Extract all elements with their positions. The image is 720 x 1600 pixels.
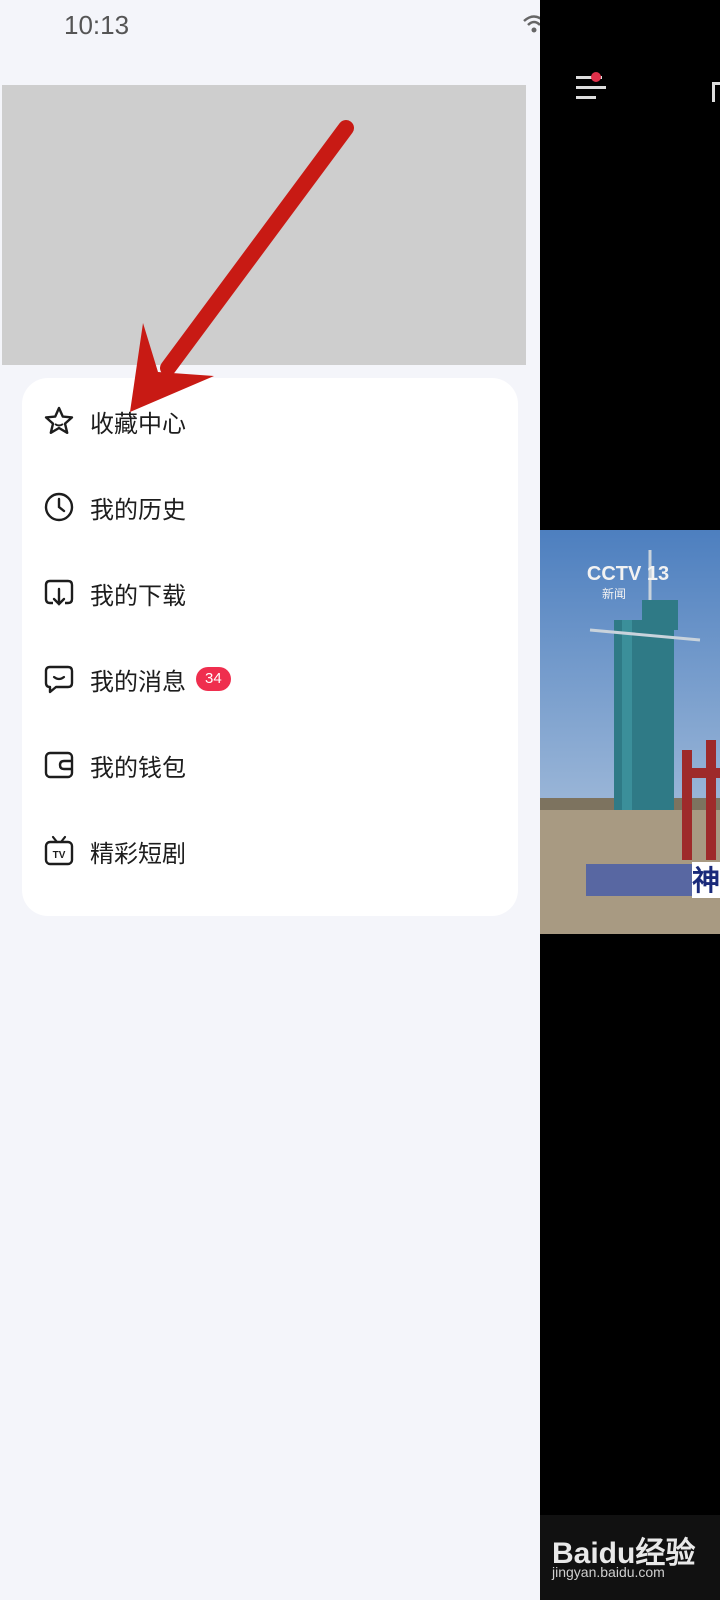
menu-card: 收藏中心 我的历史 我的下载 我的消息 34 我的钱包 TV 精彩短剧: [22, 378, 518, 916]
menu-label: 我的历史: [90, 495, 186, 524]
clock-icon: [42, 490, 76, 524]
watermark-url: jingyan.baidu.com: [552, 1564, 665, 1580]
menu-item-wallet[interactable]: 我的钱包: [22, 722, 518, 808]
wifi-icon: [523, 15, 540, 33]
menu-label: 精彩短剧: [90, 839, 186, 868]
star-icon: [42, 404, 76, 438]
menu-item-favorites[interactable]: 收藏中心: [22, 378, 518, 464]
profile-banner[interactable]: [2, 85, 526, 365]
message-icon: [42, 662, 76, 696]
menu-hamburger-icon[interactable]: [574, 70, 614, 110]
header-edge-glyph: [712, 82, 720, 102]
menu-label: 我的下载: [90, 581, 186, 610]
menu-item-messages[interactable]: 我的消息 34: [22, 636, 518, 722]
menu-label: 我的钱包: [90, 753, 186, 782]
status-time: 10:13: [64, 10, 130, 40]
menu-label: 我的消息: [90, 667, 186, 696]
menu-label: 收藏中心: [90, 409, 186, 438]
tv-icon: TV: [42, 834, 76, 868]
download-icon: [42, 576, 76, 610]
unread-count-badge: 34: [196, 667, 231, 691]
menu-item-history[interactable]: 我的历史: [22, 464, 518, 550]
channel-logo: CCTV 13: [587, 563, 669, 585]
menu-item-downloads[interactable]: 我的下载: [22, 550, 518, 636]
wallet-icon: [42, 748, 76, 782]
channel-sub: 新闻: [602, 586, 626, 601]
menu-item-short-dramas[interactable]: TV 精彩短剧: [22, 808, 518, 894]
video-thumbnail[interactable]: 神 CCTV 13 新闻: [540, 530, 720, 934]
svg-text:TV: TV: [53, 850, 66, 861]
side-drawer: 10:13 收藏中心 我的历史 我的下载 我的消息 34 我的钱包 TV 精彩短…: [0, 0, 540, 1600]
video-caption-char: 神: [692, 864, 720, 897]
